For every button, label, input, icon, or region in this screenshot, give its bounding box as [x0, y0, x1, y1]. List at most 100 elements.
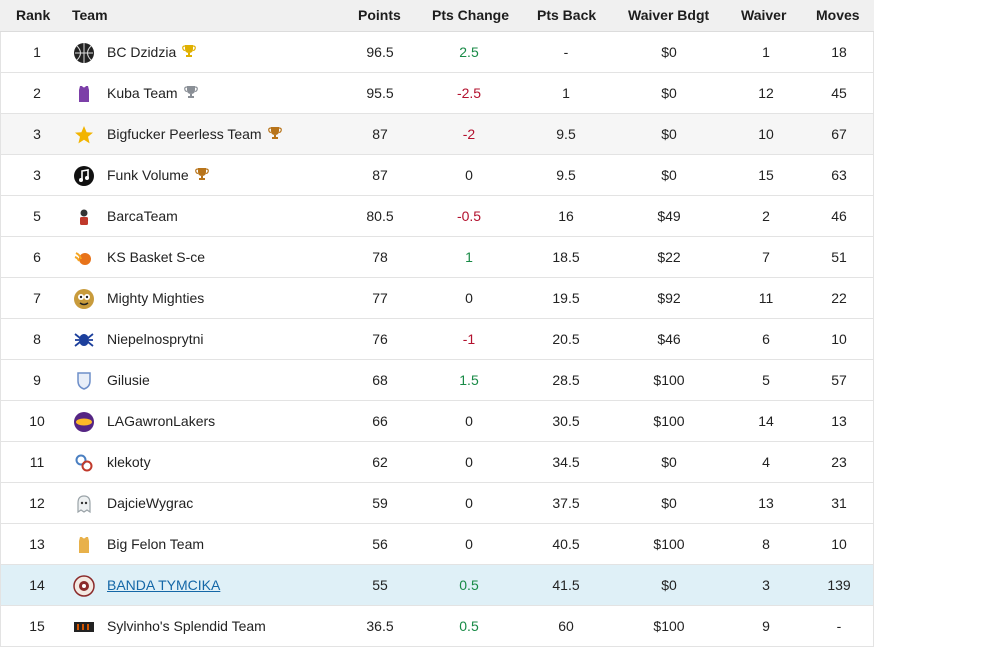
points-cell: 62	[372, 454, 388, 470]
team-name-link[interactable]: Sylvinho's Splendid Team	[107, 618, 266, 634]
team-name-link[interactable]: BC Dzidzia	[107, 44, 197, 60]
points-cell: 77	[372, 290, 388, 306]
pts-change-cell: 0.5	[459, 577, 479, 593]
team-name-link[interactable]: BarcaTeam	[107, 208, 178, 224]
table-row[interactable]: 7 Mighty Mighties 77 0 19.5 $92 11 22	[0, 278, 874, 319]
team-name[interactable]: Bigfucker Peerless Team	[107, 126, 262, 142]
team-name[interactable]: Kuba Team	[107, 85, 178, 101]
shield-icon[interactable]	[73, 370, 95, 392]
team-name[interactable]: BANDA TYMCIKA	[107, 577, 220, 593]
table-row[interactable]: 8 Niepelnosprytni 76 -1 20.5 $46 6 10	[0, 319, 874, 360]
points-cell: 76	[372, 331, 388, 347]
table-body: 1 BC Dzidzia 96.5 2.5- $0 1 18 2 Kuba Team 95.5 -2…	[0, 32, 874, 647]
team-name-link[interactable]: Big Felon Team	[107, 536, 204, 552]
lakers-icon[interactable]	[73, 411, 95, 433]
points-cell: 55	[372, 577, 388, 593]
table-row[interactable]: 11 klekoty 62 0 34.5 $0 4 23	[0, 442, 874, 483]
table-row[interactable]: 15 Sylvinho's Splendid Team 36.5 0.5 60 $100 9…	[0, 606, 874, 647]
waiver-bdgt-cell: $100	[653, 372, 685, 388]
table-row[interactable]: 3 Bigfucker Peerless Team 87 -2 9.5 $0 10 67	[0, 114, 874, 155]
pts-back-cell: 1	[562, 85, 570, 101]
column-header-waiver-bdgt[interactable]: Waiver Bdgt	[628, 7, 709, 23]
waiver-cell: 6	[762, 331, 770, 347]
team-name[interactable]: klekoty	[107, 454, 151, 470]
team-name[interactable]: BarcaTeam	[107, 208, 178, 224]
table-row[interactable]: 6 KS Basket S-ce 78 1 18.5 $22 7 51	[0, 237, 874, 278]
pts-change-cell: 0	[465, 536, 473, 552]
player-icon[interactable]	[73, 206, 95, 228]
team-name-link[interactable]: Kuba Team	[107, 85, 198, 101]
table-row[interactable]: 3 Funk Volume 87 0 9.5 $0 15 63	[0, 155, 874, 196]
table-row[interactable]: 14 BANDA TYMCIKA 55 0.5 41.5 $0 3 139	[0, 565, 874, 606]
star-icon[interactable]	[73, 124, 95, 146]
team-name[interactable]: Mighty Mighties	[107, 290, 204, 306]
ghost-icon[interactable]	[73, 493, 95, 515]
team-name[interactable]: Gilusie	[107, 372, 150, 388]
fire-ball-icon[interactable]	[73, 247, 95, 269]
team-name-link[interactable]: DajcieWygrac	[107, 495, 193, 511]
column-header-points[interactable]: Points	[358, 7, 401, 23]
rings-icon[interactable]	[73, 452, 95, 474]
points-cell: 36.5	[366, 618, 394, 634]
team-name-link[interactable]: KS Basket S-ce	[107, 249, 205, 265]
team-name[interactable]: BC Dzidzia	[107, 44, 176, 60]
pts-change-cell: 0	[465, 454, 473, 470]
rank-cell: 1	[33, 44, 41, 60]
spider-icon[interactable]	[73, 329, 95, 351]
column-header-moves[interactable]: Moves	[816, 7, 860, 23]
column-header-pts-change[interactable]: Pts Change	[432, 7, 509, 23]
jersey-icon[interactable]	[73, 83, 95, 105]
team-name[interactable]: Big Felon Team	[107, 536, 204, 552]
team-name[interactable]: DajcieWygrac	[107, 495, 193, 511]
jersey-icon[interactable]	[73, 534, 95, 556]
team-name[interactable]: Funk Volume	[107, 167, 189, 183]
table-row[interactable]: 10 LAGawronLakers 66 0 30.5 $100 14 13	[0, 401, 874, 442]
team-name[interactable]: Niepelnosprytni	[107, 331, 204, 347]
moves-cell: -	[836, 618, 842, 634]
bars-icon[interactable]	[73, 616, 95, 638]
music-icon[interactable]	[73, 165, 95, 187]
waiver-cell: 15	[758, 167, 774, 183]
team-name-link[interactable]: Funk Volume	[107, 167, 209, 183]
pts-back-cell: 19.5	[552, 290, 580, 306]
emblem-icon[interactable]	[73, 575, 95, 597]
team-name[interactable]: KS Basket S-ce	[107, 249, 205, 265]
moves-cell: 57	[831, 372, 847, 388]
team-name-link[interactable]: Niepelnosprytni	[107, 331, 204, 347]
waiver-bdgt-cell: $100	[653, 536, 685, 552]
monster-icon[interactable]	[73, 288, 95, 310]
basketball-icon[interactable]	[73, 42, 95, 64]
team-name[interactable]: LAGawronLakers	[107, 413, 215, 429]
rank-cell: 6	[33, 249, 41, 265]
team-name-link[interactable]: Mighty Mighties	[107, 290, 204, 306]
column-header-team[interactable]: Team	[72, 7, 108, 23]
team-name-link[interactable]: Gilusie	[107, 372, 150, 388]
team-name[interactable]: Sylvinho's Splendid Team	[107, 618, 266, 634]
team-name-link[interactable]: BANDA TYMCIKA	[107, 577, 220, 593]
waiver-cell: 10	[758, 126, 774, 142]
column-header-rank[interactable]: Rank	[16, 7, 50, 23]
column-header-waiver[interactable]: Waiver	[741, 7, 786, 23]
table-row[interactable]: 1 BC Dzidzia 96.5 2.5 - $0 1 18	[0, 32, 874, 73]
column-header-pts-back[interactable]: Pts Back	[537, 7, 596, 23]
table-row[interactable]: 12 DajcieWygrac 59 0 37.5 $0 13 31	[0, 483, 874, 524]
team-name-link[interactable]: LAGawronLakers	[107, 413, 215, 429]
waiver-bdgt-cell: $0	[661, 495, 677, 511]
waiver-bdgt-cell: $0	[661, 167, 677, 183]
waiver-bdgt-cell: $46	[657, 331, 681, 347]
table-row[interactable]: 2 Kuba Team 95.5 -2.5 1 $0 12 45	[0, 73, 874, 114]
table-row[interactable]: 9 Gilusie 68 1.5 28.5 $100 5 57	[0, 360, 874, 401]
pts-back-cell: 9.5	[556, 167, 576, 183]
points-cell: 66	[372, 413, 388, 429]
team-name-link[interactable]: Bigfucker Peerless Team	[107, 126, 282, 142]
table-row[interactable]: 13 Big Felon Team 56 0 40.5 $100 8 10	[0, 524, 874, 565]
pts-back-cell: 18.5	[552, 249, 580, 265]
team-name-link[interactable]: klekoty	[107, 454, 151, 470]
waiver-cell: 9	[762, 618, 770, 634]
moves-cell: 67	[831, 126, 847, 142]
moves-cell: 10	[831, 331, 847, 347]
table-row[interactable]: 5 BarcaTeam 80.5 -0.5 16 $49 2 46	[0, 196, 874, 237]
pts-change-cell: 0	[465, 167, 473, 183]
rank-cell: 13	[29, 536, 45, 552]
waiver-cell: 5	[762, 372, 770, 388]
